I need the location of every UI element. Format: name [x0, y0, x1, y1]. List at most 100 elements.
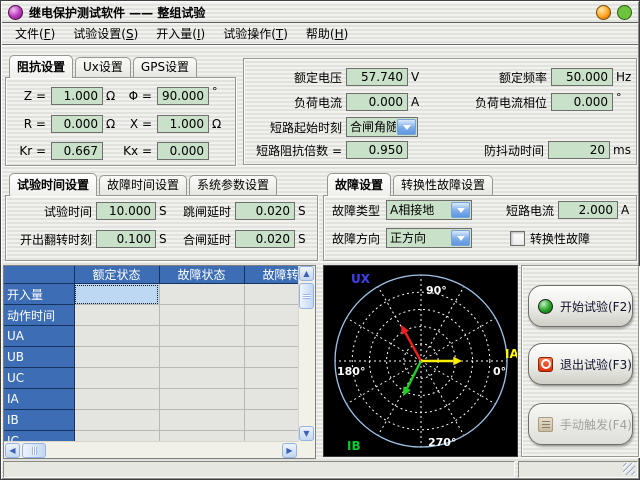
table-cell[interactable]	[159, 305, 244, 326]
row-header: IB	[4, 410, 74, 431]
scroll-right-button[interactable]: ▶	[282, 443, 297, 458]
phi-field[interactable]: 90.000	[157, 87, 209, 105]
impedance-tabs-tab-0[interactable]: 阻抗设置	[9, 55, 73, 78]
phasor-vector-arrowhead	[453, 357, 462, 365]
table-cell[interactable]	[244, 389, 298, 410]
start-test-button[interactable]: 开始试验(F2)	[528, 285, 633, 327]
scroll-up-button[interactable]: ▲	[299, 266, 314, 281]
table-cell[interactable]	[74, 368, 159, 389]
time-tabs-tab-0[interactable]: 试验时间设置	[9, 173, 97, 196]
row-header: UA	[4, 326, 74, 347]
table-cell[interactable]	[244, 284, 298, 305]
exit-test-label: 退出试验(F3)	[560, 356, 632, 373]
manual-trigger-button[interactable]: 手动触发(F4)	[528, 403, 633, 445]
table-row: UA	[4, 326, 298, 347]
app-icon[interactable]	[8, 5, 23, 20]
x-field[interactable]: 1.000	[157, 115, 209, 133]
load-current-label: 负荷电流	[250, 94, 342, 111]
fault-type-label: 故障类型	[332, 202, 382, 219]
fault-type-dropdown[interactable]: A相接地	[386, 200, 472, 220]
table-cell[interactable]	[74, 347, 159, 368]
scroll-left-button[interactable]: ◀	[5, 443, 20, 458]
table-cell[interactable]	[74, 410, 159, 431]
exit-test-button[interactable]: 退出试验(F3)	[528, 343, 633, 385]
kx-field[interactable]: 0.000	[157, 142, 209, 160]
menu-item-text: )	[201, 27, 206, 41]
table-cell[interactable]	[159, 368, 244, 389]
fault-direction-dropdown[interactable]: 正方向	[386, 228, 472, 248]
r-field[interactable]: 0.000	[51, 115, 103, 133]
load-phase-field[interactable]: 0.000	[551, 93, 613, 111]
trip-delay-field[interactable]: 0.020	[235, 202, 295, 220]
table-cell[interactable]	[74, 389, 159, 410]
menu-item-0[interactable]: 文件(F)	[6, 22, 64, 45]
fault-tabs-tab-1[interactable]: 转换性故障设置	[393, 175, 493, 195]
table-cell[interactable]	[74, 305, 159, 326]
kr-field[interactable]: 0.667	[51, 142, 103, 160]
short-current-field[interactable]: 2.000	[558, 201, 618, 219]
time-tabs-tab-2[interactable]: 系统参数设置	[189, 175, 277, 195]
impedance-tabs-tab-1[interactable]: Ux设置	[75, 57, 131, 77]
table-cell[interactable]	[74, 284, 159, 305]
x-unit: Ω	[212, 117, 221, 131]
menu-bar: 文件(F)试验设置(S)开入量(I)试验操作(T)帮助(H)	[2, 23, 638, 45]
table-cell[interactable]	[74, 431, 159, 442]
stop-icon	[538, 357, 553, 372]
chevron-down-icon[interactable]	[451, 230, 470, 246]
load-phase-unit: °	[616, 91, 622, 104]
menu-item-text: 开入量(	[156, 27, 197, 41]
table-cell[interactable]	[74, 326, 159, 347]
table-cell[interactable]	[159, 326, 244, 347]
scroll-down-button[interactable]: ▼	[299, 426, 314, 441]
horizontal-scrollbar[interactable]: ◀ ▶	[4, 441, 298, 458]
table-cell[interactable]	[244, 431, 298, 442]
resize-grip[interactable]	[623, 463, 635, 475]
vertical-scrollbar[interactable]: ▲ ▼	[298, 266, 315, 441]
menu-item-4[interactable]: 帮助(H)	[297, 22, 357, 45]
chevron-down-icon[interactable]	[397, 119, 416, 135]
table-cell[interactable]	[159, 431, 244, 442]
rated-frequency-field[interactable]: 50.000	[551, 68, 613, 86]
chevron-down-icon[interactable]	[451, 202, 470, 218]
menu-item-text: 帮助(	[306, 27, 335, 41]
menu-item-2[interactable]: 开入量(I)	[147, 22, 214, 45]
row-header: 开入量	[4, 284, 74, 305]
x-label: X =	[122, 117, 152, 131]
rated-voltage-unit: V	[411, 70, 429, 84]
test-time-label: 试验时间	[12, 203, 92, 220]
table-cell[interactable]	[244, 368, 298, 389]
table-cell[interactable]	[244, 326, 298, 347]
horizontal-scroll-thumb[interactable]	[22, 443, 46, 458]
impedance-multiplier-field[interactable]: 0.950	[346, 141, 408, 159]
result-table: 额定状态故障状态故障转换开入量动作时间UAUBUCIAIBIC	[4, 266, 298, 441]
impedance-tabs-tab-2[interactable]: GPS设置	[133, 57, 197, 77]
table-cell[interactable]	[244, 305, 298, 326]
menu-item-text: )	[51, 27, 56, 41]
phi-unit: °	[212, 85, 218, 98]
fault-tabs-tab-0[interactable]: 故障设置	[327, 173, 391, 196]
fault-tabs: 故障设置转换性故障设置	[327, 173, 495, 195]
z-field[interactable]: 1.000	[51, 87, 103, 105]
menu-item-3[interactable]: 试验操作(T)	[214, 22, 297, 45]
short-start-dropdown[interactable]: 合闸角随机	[346, 117, 418, 137]
flip-time-field[interactable]: 0.100	[96, 230, 156, 248]
menu-item-1[interactable]: 试验设置(S)	[64, 22, 147, 45]
rated-voltage-field[interactable]: 57.740	[346, 68, 408, 86]
minimize-button[interactable]	[596, 5, 611, 20]
debounce-field[interactable]: 20	[548, 141, 610, 159]
convertible-fault-checkbox[interactable]	[510, 231, 525, 246]
trip-delay-unit: S	[298, 204, 306, 218]
time-tabs-tab-1[interactable]: 故障时间设置	[99, 175, 187, 195]
manual-trigger-label: 手动触发(F4)	[560, 416, 632, 433]
table-cell[interactable]	[159, 410, 244, 431]
vertical-scroll-thumb[interactable]	[299, 283, 314, 309]
test-time-field[interactable]: 10.000	[96, 202, 156, 220]
table-cell[interactable]	[159, 347, 244, 368]
table-cell[interactable]	[159, 389, 244, 410]
table-cell[interactable]	[244, 410, 298, 431]
table-cell[interactable]	[244, 347, 298, 368]
close-delay-field[interactable]: 0.020	[235, 230, 295, 248]
load-current-field[interactable]: 0.000	[346, 93, 408, 111]
maximize-button[interactable]	[617, 5, 632, 20]
table-cell[interactable]	[159, 284, 244, 305]
